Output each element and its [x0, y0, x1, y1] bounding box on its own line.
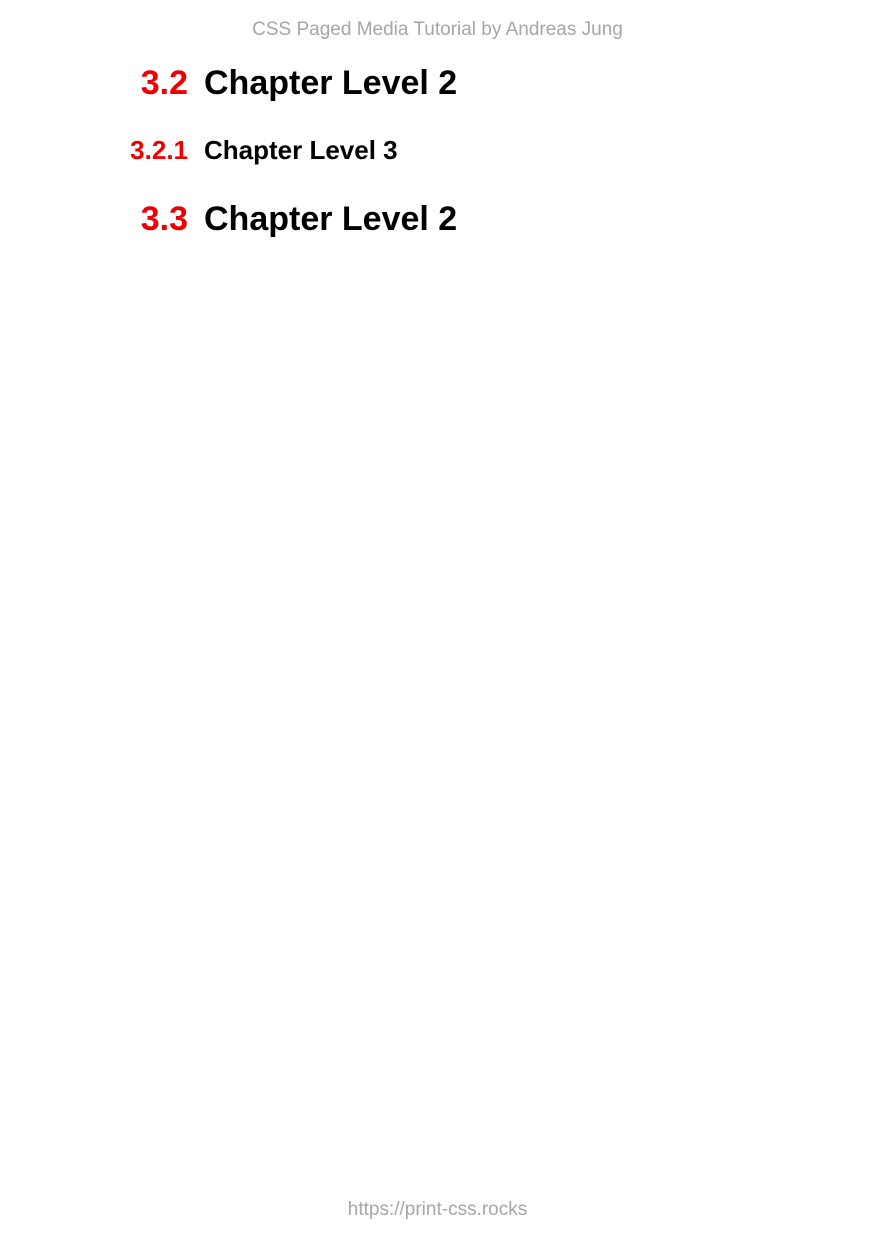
heading-number: 3.2 [140, 64, 188, 102]
heading-title: Chapter Level 2 [204, 200, 458, 238]
heading-level-3: 3.2.1 Chapter Level 3 [0, 134, 875, 166]
running-footer: https://print-css.rocks [347, 1199, 528, 1220]
heading-number: 3.2.1 [130, 135, 188, 165]
heading-number: 3.3 [140, 200, 188, 238]
running-header: CSS Paged Media Tutorial by Andreas Jung [252, 19, 623, 40]
heading-title: Chapter Level 2 [204, 64, 458, 102]
heading-title: Chapter Level 3 [204, 135, 398, 165]
heading-level-2: 3.2 Chapter Level 2 [0, 63, 875, 103]
heading-level-2: 3.3 Chapter Level 2 [0, 199, 875, 239]
